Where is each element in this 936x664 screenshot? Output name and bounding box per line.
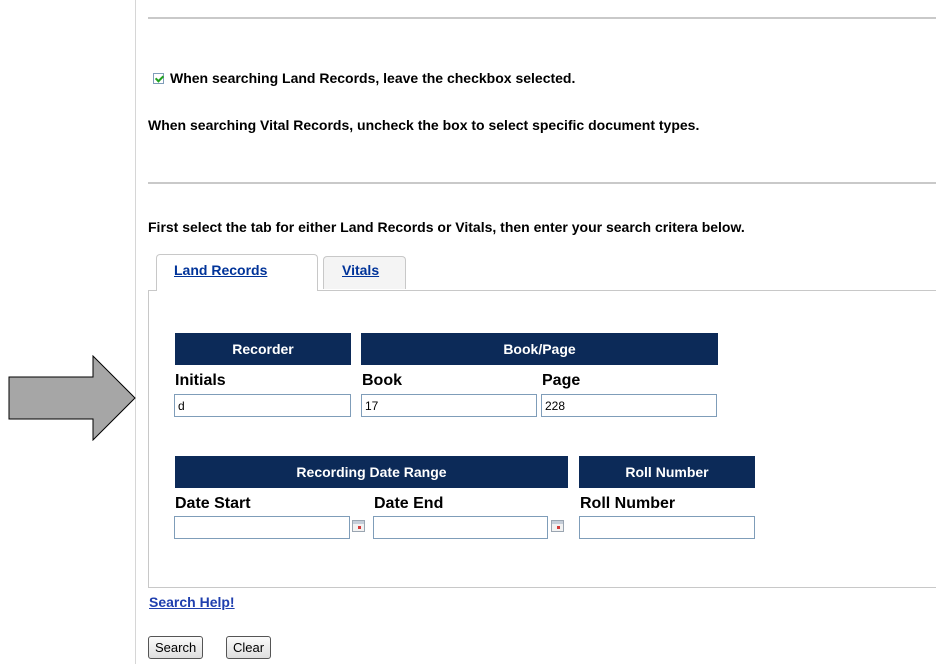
search-help-link[interactable]: Search Help! xyxy=(149,594,235,610)
clear-button[interactable]: Clear xyxy=(226,636,272,659)
recorder-header: Recorder xyxy=(175,333,351,365)
book-label: Book xyxy=(362,372,402,389)
date-start-input[interactable] xyxy=(174,516,350,539)
search-instructions: First select the tab for either Land Rec… xyxy=(148,219,745,235)
land-records-checkbox[interactable] xyxy=(153,72,164,84)
vital-records-hint: When searching Vital Records, uncheck th… xyxy=(148,117,700,133)
search-button[interactable]: Search xyxy=(148,636,204,659)
book-input[interactable] xyxy=(361,394,537,417)
roll-number-input[interactable] xyxy=(579,516,755,539)
tab-land-records[interactable]: Land Records xyxy=(156,254,318,291)
right-arrow-icon xyxy=(8,355,136,441)
date-end-label: Date End xyxy=(374,495,444,512)
initials-label: Initials xyxy=(175,372,226,389)
book-page-header: Book/Page xyxy=(361,333,718,365)
tab-land-records-label[interactable]: Land Records xyxy=(174,262,267,278)
initials-input[interactable] xyxy=(174,394,351,417)
tab-vitals-label[interactable]: Vitals xyxy=(342,262,379,278)
calendar-icon[interactable] xyxy=(352,520,365,532)
land-records-hint: When searching Land Records, leave the c… xyxy=(153,70,575,86)
left-divider xyxy=(135,0,136,664)
roll-number-label: Roll Number xyxy=(580,495,676,512)
date-end-input[interactable] xyxy=(373,516,548,539)
land-records-hint-text: When searching Land Records, leave the c… xyxy=(170,70,576,86)
calendar-icon[interactable] xyxy=(551,520,564,532)
date-start-label: Date Start xyxy=(175,495,251,512)
date-range-header: Recording Date Range xyxy=(175,456,568,488)
tab-vitals[interactable]: Vitals xyxy=(323,256,406,289)
middle-separator xyxy=(148,182,936,184)
page-input[interactable] xyxy=(541,394,717,417)
roll-number-header: Roll Number xyxy=(579,456,755,488)
top-separator xyxy=(148,17,936,19)
page-label: Page xyxy=(542,372,581,389)
